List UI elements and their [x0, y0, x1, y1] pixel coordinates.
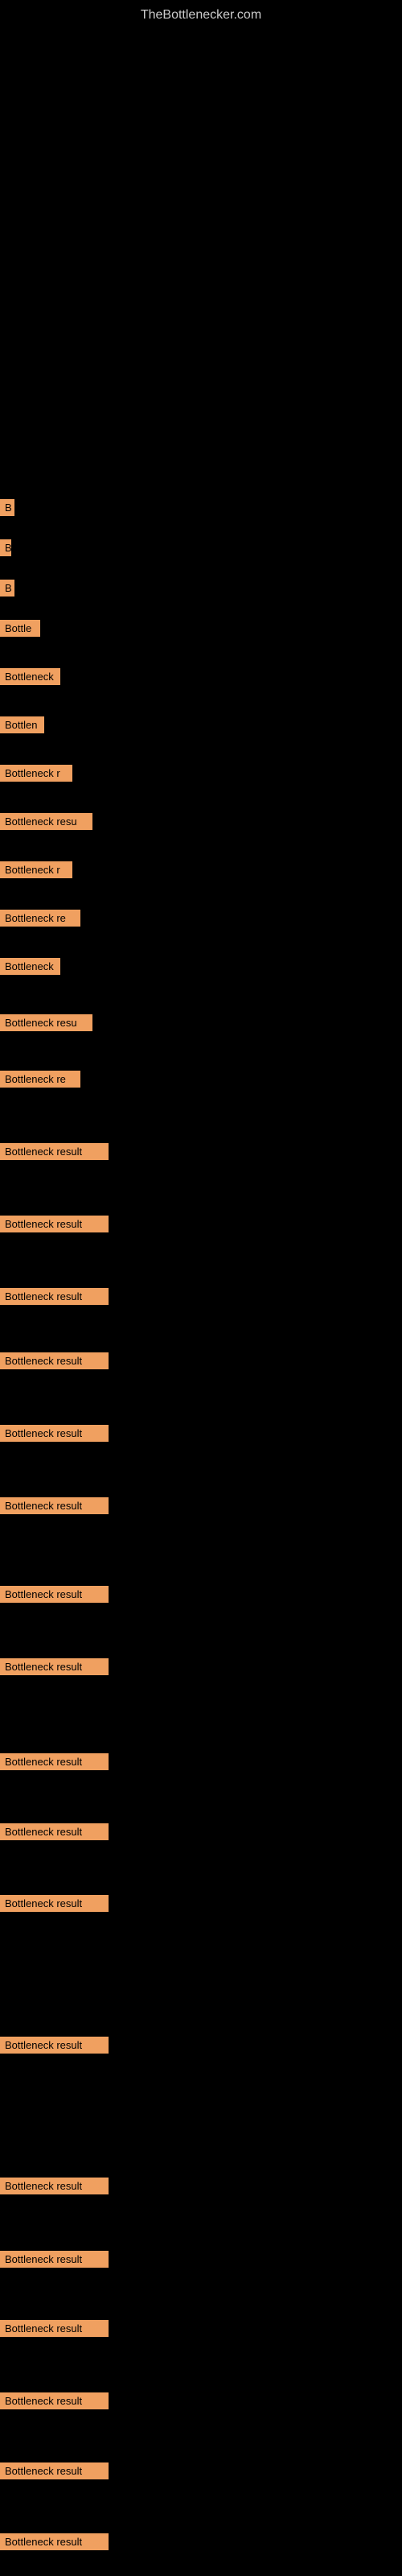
- bottleneck-result-item: Bottleneck result: [0, 2178, 109, 2194]
- bottleneck-result-item: Bottleneck result: [0, 1288, 109, 1305]
- bottleneck-result-item: Bottleneck result: [0, 1143, 109, 1160]
- bottleneck-result-item: Bottleneck resu: [0, 1014, 92, 1031]
- bottleneck-result-item: Bottleneck result: [0, 1823, 109, 1840]
- bottleneck-result-item: Bottleneck result: [0, 2533, 109, 2550]
- bottleneck-result-item: B: [0, 499, 14, 516]
- bottleneck-result-item: Bottleneck result: [0, 1658, 109, 1675]
- bottleneck-result-item: Bottleneck resu: [0, 813, 92, 830]
- bottleneck-result-item: Bottlen: [0, 716, 44, 733]
- bottleneck-result-item: Bottleneck result: [0, 1895, 109, 1912]
- bottleneck-result-item: Bottleneck r: [0, 861, 72, 878]
- site-title: TheBottlenecker.com: [0, 0, 402, 27]
- bottleneck-result-item: Bottleneck result: [0, 1425, 109, 1442]
- bottleneck-result-item: B: [0, 580, 14, 597]
- bottleneck-result-item: Bottleneck result: [0, 2392, 109, 2409]
- bottleneck-result-item: Bottleneck result: [0, 1216, 109, 1232]
- bottleneck-result-item: Bottleneck result: [0, 1352, 109, 1369]
- bottleneck-result-item: Bottleneck result: [0, 2037, 109, 2054]
- bottleneck-result-item: Bottleneck re: [0, 1071, 80, 1088]
- bottleneck-result-item: Bottle: [0, 620, 40, 637]
- bottleneck-result-item: Bottleneck re: [0, 910, 80, 927]
- bottleneck-result-item: Bottleneck: [0, 958, 60, 975]
- bottleneck-result-item: Bottleneck result: [0, 2320, 109, 2337]
- bottleneck-result-item: Bottleneck result: [0, 2462, 109, 2479]
- bottleneck-result-item: B: [0, 539, 11, 556]
- bottleneck-result-item: Bottleneck result: [0, 1753, 109, 1770]
- bottleneck-result-item: Bottleneck result: [0, 1497, 109, 1514]
- bottleneck-result-item: Bottleneck result: [0, 2251, 109, 2268]
- bottleneck-result-item: Bottleneck: [0, 668, 60, 685]
- bottleneck-result-item: Bottleneck result: [0, 1586, 109, 1603]
- bottleneck-result-item: Bottleneck r: [0, 765, 72, 782]
